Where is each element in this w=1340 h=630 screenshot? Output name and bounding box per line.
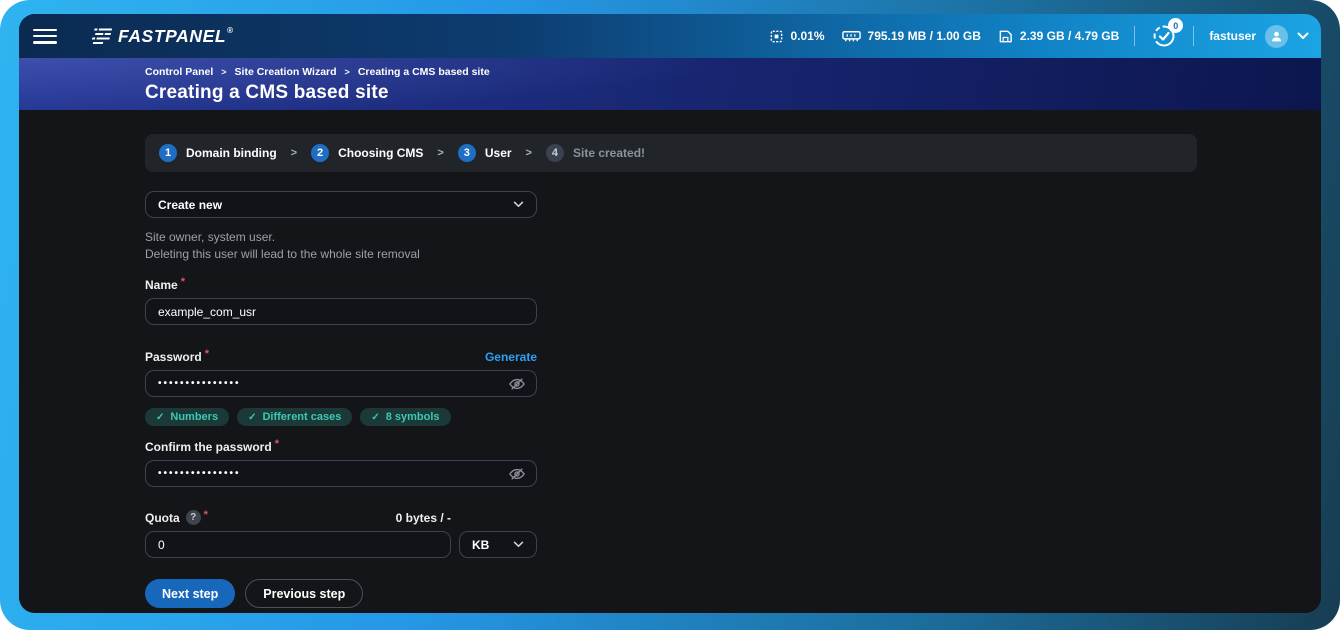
breadcrumb-control-panel[interactable]: Control Panel [145,66,213,78]
wizard-steps: 1 Domain binding > 2 Choosing CMS > 3 Us… [145,134,1197,172]
quota-header: Quota ? * 0 bytes / - [145,510,451,525]
quota-help-icon[interactable]: ? [186,510,201,525]
notifications-button[interactable]: 0 [1150,22,1178,50]
password-label-row: Password * Generate [145,350,537,364]
check-icon: ✓ [156,412,164,423]
password-check-8-symbols: ✓ 8 symbols [360,408,450,426]
chevron-down-icon [513,201,524,208]
registered-mark: ® [227,26,233,35]
confirm-password-label: Confirm the password * [145,440,537,454]
disk-stat: 2.39 GB / 4.79 GB [998,29,1119,44]
password-check-numbers: ✓ Numbers [145,408,229,426]
wizard-step-user[interactable]: 3 User [458,144,512,162]
password-input[interactable] [145,370,537,397]
breadcrumb-separator-icon: > [345,67,350,77]
step-number: 3 [458,144,476,162]
disk-value: 2.39 GB / 4.79 GB [1020,29,1119,43]
name-label: Name * [145,278,537,292]
password-field [145,364,537,397]
step-label: User [485,146,512,160]
topbar: FASTPANEL ® 0.01% [19,14,1321,58]
eye-off-icon[interactable] [508,376,526,392]
quota-unit-value: KB [472,538,489,552]
topbar-divider [1193,26,1194,46]
app-window: FASTPANEL ® 0.01% [0,0,1340,630]
step-separator-icon: > [526,147,532,159]
check-icon: ✓ [371,412,379,423]
menu-icon[interactable] [33,29,57,44]
password-checks: ✓ Numbers ✓ Different cases ✓ 8 symbols [145,408,537,426]
logo-text: FASTPANEL [118,26,226,47]
cpu-icon [769,29,784,44]
description-line-1: Site owner, system user. [145,229,537,246]
step-separator-icon: > [437,147,443,159]
quota-row: KB [145,531,537,558]
breadcrumb: Control Panel > Site Creation Wizard > C… [145,66,1321,78]
step-number: 2 [311,144,329,162]
chevron-down-icon [1297,32,1309,40]
step-label: Site created! [573,146,645,160]
quota-usage: 0 bytes / - [396,511,451,525]
main-panel: FASTPANEL ® 0.01% [19,14,1321,613]
confirm-password-field [145,454,537,487]
user-avatar [1265,25,1288,48]
topbar-stats: 0.01% 795.19 MB / 1.00 GB 2.39 GB / [769,22,1310,50]
content: 1 Domain binding > 2 Choosing CMS > 3 Us… [19,110,1321,613]
password-label: Password * [145,350,209,364]
topbar-divider [1134,26,1135,46]
cpu-stat: 0.01% [769,29,825,44]
next-step-button[interactable]: Next step [145,579,235,608]
wizard-step-choosing-cms[interactable]: 2 Choosing CMS [311,144,423,162]
step-number: 1 [159,144,177,162]
user-menu[interactable]: fastuser [1209,25,1309,48]
quota-label: Quota ? * [145,510,208,525]
page-title: Creating a CMS based site [145,82,1321,104]
quota-input[interactable] [145,531,451,558]
user-select[interactable]: Create new [145,191,537,218]
confirm-password-input[interactable] [145,460,537,487]
check-icon: ✓ [248,412,256,423]
step-label: Domain binding [186,146,277,160]
chevron-down-icon [513,541,524,548]
fastpanel-logo[interactable]: FASTPANEL ® [87,26,233,47]
password-check-different-cases: ✓ Different cases [237,408,352,426]
step-number: 4 [546,144,564,162]
generate-password-link[interactable]: Generate [485,350,537,364]
notification-badge: 0 [1168,18,1183,33]
wizard-step-domain-binding[interactable]: 1 Domain binding [159,144,277,162]
person-icon [1270,30,1283,43]
description-line-2: Deleting this user will lead to the whol… [145,246,537,263]
form-buttons: Next step Previous step [145,579,537,608]
required-marker: * [181,276,185,288]
previous-step-button[interactable]: Previous step [245,579,363,608]
username-label: fastuser [1209,29,1256,43]
ram-icon [842,29,861,43]
wizard-step-site-created: 4 Site created! [546,144,645,162]
ram-value: 795.19 MB / 1.00 GB [868,29,981,43]
eye-off-icon[interactable] [508,466,526,482]
step-separator-icon: > [291,147,297,159]
required-marker: * [204,509,208,521]
page-header: Control Panel > Site Creation Wizard > C… [19,58,1321,110]
cpu-value: 0.01% [791,29,825,43]
step-label: Choosing CMS [338,146,423,160]
quota-unit-select[interactable]: KB [459,531,537,558]
user-description: Site owner, system user. Deleting this u… [145,229,537,263]
user-form: Create new Site owner, system user. Dele… [145,191,537,608]
required-marker: * [205,348,209,360]
disk-icon [998,29,1013,44]
required-marker: * [275,438,279,450]
ram-stat: 795.19 MB / 1.00 GB [842,29,981,43]
fastpanel-logo-icon [87,27,113,45]
breadcrumb-current: Creating a CMS based site [358,66,490,78]
breadcrumb-site-creation-wizard[interactable]: Site Creation Wizard [235,66,337,78]
user-select-value: Create new [158,198,222,212]
name-input[interactable] [145,298,537,325]
breadcrumb-separator-icon: > [221,67,226,77]
